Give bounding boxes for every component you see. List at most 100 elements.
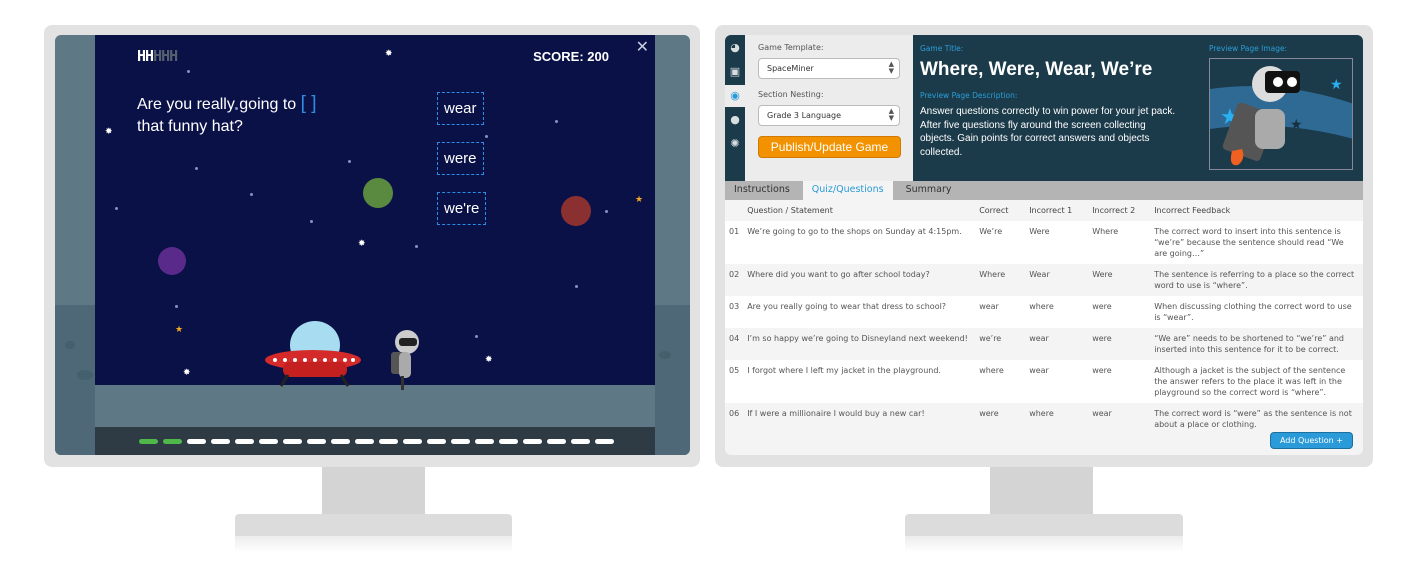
table-row[interactable]: 03 Are you really going to wear that dres… — [725, 296, 1363, 328]
tab-quiz-questions[interactable]: Quiz/Questions — [802, 181, 893, 200]
preview-image[interactable]: ★ ★ ★ — [1209, 58, 1353, 170]
right-monitor-stand — [990, 467, 1093, 515]
answer-option[interactable]: were — [437, 142, 484, 175]
progress-segment — [259, 438, 278, 444]
incorrect2-cell: were — [1088, 296, 1151, 328]
add-question-button[interactable]: Add Question + — [1269, 432, 1353, 449]
answer-blank: [ ] — [300, 93, 317, 114]
table-row[interactable]: 02 Where did you want to go after school … — [725, 264, 1363, 296]
answer-option[interactable]: we're — [437, 192, 487, 225]
nesting-select[interactable]: Grade 3 Language ▲ ▼ — [758, 105, 900, 126]
table-row[interactable]: 05 I forgot where I left my jacket in the… — [725, 360, 1363, 403]
editor-tabs: Instructions Quiz/Questions Summary — [725, 181, 1363, 200]
settings-icon[interactable]: ✺ — [725, 133, 745, 155]
incorrect1-cell: Were — [1025, 221, 1089, 264]
row-number: 02 — [729, 270, 740, 279]
progress-segment — [355, 438, 374, 444]
progress-segment — [187, 438, 206, 444]
correct-cell: wear — [975, 296, 1026, 328]
table-row[interactable]: 04 I’m so happy we’re going to Disneyland… — [725, 328, 1363, 360]
feedback-cell: Although a jacket is the subject of the … — [1150, 360, 1363, 403]
left-monitor-stand — [322, 467, 425, 515]
ufo — [265, 321, 361, 387]
lives-indicator: HHHHH — [137, 47, 178, 65]
column-header: Correct — [979, 205, 1009, 215]
progress-segment — [139, 438, 158, 444]
question-cell: Where did you want to go after school to… — [747, 270, 930, 279]
game-description[interactable]: Answer questions correctly to win power … — [920, 105, 1182, 159]
column-header: Incorrect Feedback — [1154, 205, 1231, 215]
select-arrows-icon: ▲ ▼ — [888, 60, 894, 75]
dashboard-icon[interactable]: ◕ — [725, 37, 745, 59]
progress-segment — [283, 438, 302, 444]
progress-segment — [403, 438, 422, 444]
progress-segment — [163, 438, 182, 444]
question-cell: We’re going to go to the shops on Sunday… — [743, 221, 976, 264]
svg-text:★: ★ — [1290, 117, 1303, 133]
table-row[interactable]: 06 If I were a millionaire I would buy a … — [725, 403, 1363, 435]
images-icon[interactable]: ▣ — [725, 61, 745, 83]
column-header: Incorrect 2 — [1092, 205, 1136, 215]
answer-option[interactable]: wear — [437, 92, 484, 125]
question-text: Are you really going to [ ] that funny ha… — [137, 93, 317, 135]
table-row[interactable]: 01 We’re going to go to the shops on Sund… — [725, 221, 1363, 264]
game-editor: ◕ ▣ ◉ ● ✺ Game Template: SpaceMiner ▲ ▼ Se… — [725, 35, 1363, 455]
progress-segment — [379, 438, 398, 444]
progress-segment — [235, 438, 254, 444]
publish-button[interactable]: Publish/Update Game — [758, 136, 901, 158]
correct-cell: We’re — [975, 221, 1026, 264]
progress-segment — [331, 438, 350, 444]
template-select[interactable]: SpaceMiner ▲ ▼ — [758, 58, 900, 79]
question-cell: Are you really going to wear that dress … — [743, 296, 976, 328]
tab-instructions[interactable]: Instructions — [725, 181, 799, 200]
incorrect2-cell: Where — [1088, 221, 1151, 264]
select-arrows-icon: ▲ ▼ — [888, 107, 894, 122]
feedback-cell: The correct word is “were” as the senten… — [1154, 409, 1352, 429]
progress-segment — [211, 438, 230, 444]
row-number: 06 — [729, 409, 740, 418]
correct-cell: Where — [979, 270, 1006, 279]
left-monitor-base — [235, 514, 512, 552]
close-icon[interactable]: ✕ — [636, 37, 649, 56]
progress-bar — [95, 427, 655, 455]
nesting-label: Section Nesting: — [758, 90, 824, 99]
astronaut-player — [391, 330, 419, 390]
sidebar: ◕ ▣ ◉ ● ✺ — [725, 35, 745, 181]
template-label: Game Template: — [758, 43, 824, 52]
gamepad-icon[interactable]: ◉ — [725, 85, 745, 107]
game-preview-header: Game Title: Where, Were, Wear, We’re Pre… — [913, 35, 1363, 181]
image-label: Preview Page Image: — [1209, 44, 1288, 53]
lives-remaining: HH — [137, 47, 154, 65]
lives-lost: HHH — [153, 47, 178, 65]
column-header: Incorrect 1 — [1029, 205, 1073, 215]
questions-table: Question / Statement Correct Incorrect 1… — [725, 203, 1363, 435]
svg-text:★: ★ — [1330, 77, 1343, 93]
progress-segment — [523, 438, 542, 444]
progress-segment — [427, 438, 446, 444]
correct-cell: where — [975, 360, 1026, 403]
right-monitor-base — [905, 514, 1183, 552]
purple-planet — [158, 247, 186, 275]
user-icon[interactable]: ● — [725, 109, 745, 131]
question-cell: I’m so happy we’re going to Disneyland n… — [747, 334, 968, 343]
question-cell: I forgot where I left my jacket in the p… — [743, 360, 976, 403]
row-number: 03 — [725, 296, 744, 328]
incorrect1-cell: wear — [1029, 334, 1049, 343]
incorrect1-cell: wear — [1025, 360, 1089, 403]
progress-segment — [547, 438, 566, 444]
row-number: 05 — [725, 360, 744, 403]
incorrect2-cell: were — [1088, 360, 1151, 403]
tab-summary[interactable]: Summary — [897, 181, 961, 200]
incorrect2-cell: were — [1092, 334, 1112, 343]
row-number: 04 — [729, 334, 740, 343]
green-planet — [363, 178, 393, 208]
game-settings-panel: Game Template: SpaceMiner ▲ ▼ Section Nest… — [745, 35, 913, 181]
incorrect1-cell: where — [1025, 296, 1089, 328]
progress-segment — [307, 438, 326, 444]
game-screen: ✸ ✸ ✸ ✸ ✸ ★ ★ HHHHH SCORE: 200 ✕ Are you rea… — [55, 35, 690, 455]
feedback-cell: When discussing clothing the correct wor… — [1150, 296, 1363, 328]
space-play-area: ✸ ✸ ✸ ✸ ✸ ★ ★ HHHHH SCORE: 200 ✕ Are you rea… — [95, 35, 655, 385]
question-cell: If I were a millionaire I would buy a ne… — [747, 409, 925, 418]
column-header: Question / Statement — [747, 205, 833, 215]
row-number: 01 — [725, 221, 744, 264]
